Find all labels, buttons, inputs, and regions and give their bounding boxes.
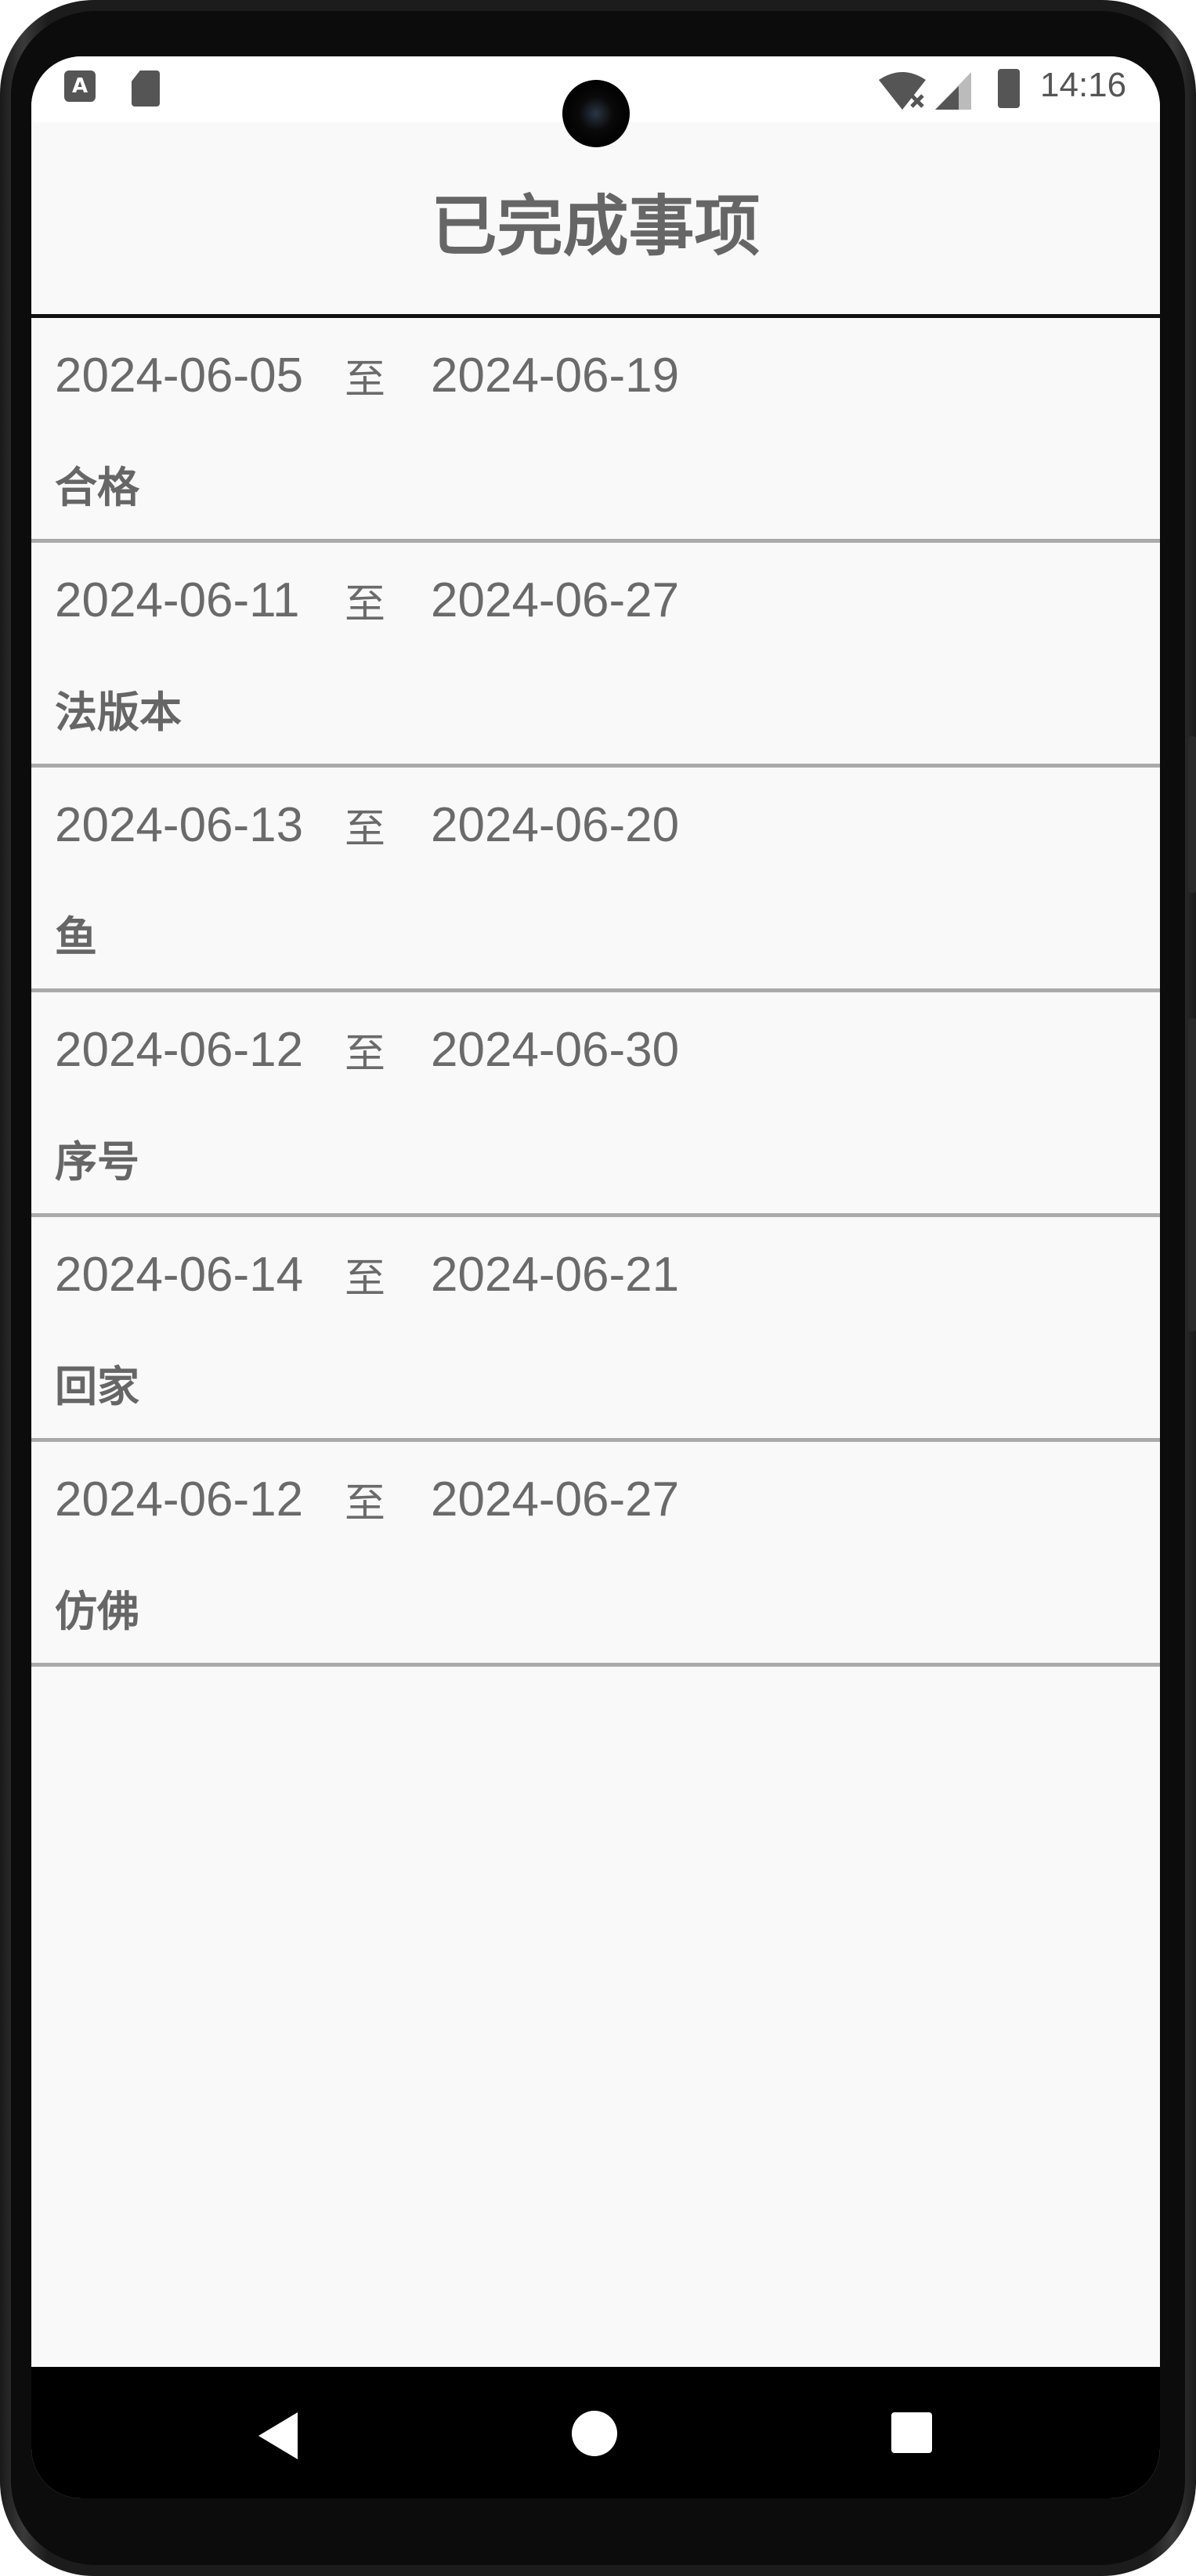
list-item[interactable]: 2024-06-14 至 2024-06-21 回家	[31, 1217, 1160, 1442]
battery-icon	[998, 69, 1020, 108]
date-separator: 至	[345, 356, 386, 403]
list-item[interactable]: 2024-06-12 至 2024-06-30 序号	[31, 992, 1160, 1217]
volume-button	[1188, 1018, 1196, 1331]
signal-icon	[935, 72, 971, 110]
item-name: 序号	[55, 1137, 139, 1187]
end-date: 2024-06-27	[431, 573, 680, 627]
phone-frame: A 14:16 已完成事项 2024-06-05 至 2024-06-19 合格	[0, 0, 1196, 2576]
end-date: 2024-06-30	[431, 1023, 680, 1077]
text-notification-icon: A	[64, 70, 96, 102]
date-separator: 至	[345, 1480, 386, 1527]
front-camera	[562, 80, 630, 147]
list-item[interactable]: 2024-06-11 至 2024-06-27 法版本	[31, 543, 1160, 768]
completed-items-list: 2024-06-05 至 2024-06-19 合格 2024-06-11 至 …	[31, 318, 1160, 1667]
start-date: 2024-06-12	[55, 1023, 304, 1077]
navigation-bar	[31, 2367, 1160, 2498]
end-date: 2024-06-19	[431, 349, 680, 403]
end-date: 2024-06-20	[431, 798, 680, 852]
date-separator: 至	[345, 1255, 386, 1302]
start-date: 2024-06-05	[55, 349, 304, 403]
item-name: 鱼	[55, 912, 97, 962]
back-icon[interactable]	[258, 2412, 298, 2459]
end-date: 2024-06-21	[431, 1248, 680, 1302]
start-date: 2024-06-13	[55, 798, 304, 852]
list-item[interactable]: 2024-06-05 至 2024-06-19 合格	[31, 318, 1160, 543]
list-item[interactable]: 2024-06-12 至 2024-06-27 仿佛	[31, 1442, 1160, 1667]
sd-card-icon	[132, 70, 160, 107]
screen: A 14:16 已完成事项 2024-06-05 至 2024-06-19 合格	[31, 56, 1160, 2498]
wifi-off-icon	[879, 72, 926, 110]
date-separator: 至	[345, 1031, 386, 1078]
power-button	[1188, 736, 1196, 893]
list-item[interactable]: 2024-06-13 至 2024-06-20 鱼	[31, 768, 1160, 992]
start-date: 2024-06-14	[55, 1248, 304, 1302]
start-date: 2024-06-12	[55, 1472, 304, 1526]
item-name: 合格	[55, 463, 139, 512]
item-name: 回家	[55, 1362, 139, 1411]
item-name: 仿佛	[55, 1587, 139, 1636]
start-date: 2024-06-11	[55, 573, 300, 627]
recent-apps-icon[interactable]	[891, 2412, 932, 2453]
home-icon[interactable]	[572, 2411, 617, 2456]
end-date: 2024-06-27	[431, 1472, 680, 1526]
status-time: 14:16	[1040, 66, 1127, 104]
date-separator: 至	[345, 581, 386, 628]
page-title: 已完成事项	[431, 188, 761, 265]
date-separator: 至	[345, 806, 386, 853]
item-name: 法版本	[55, 688, 182, 737]
